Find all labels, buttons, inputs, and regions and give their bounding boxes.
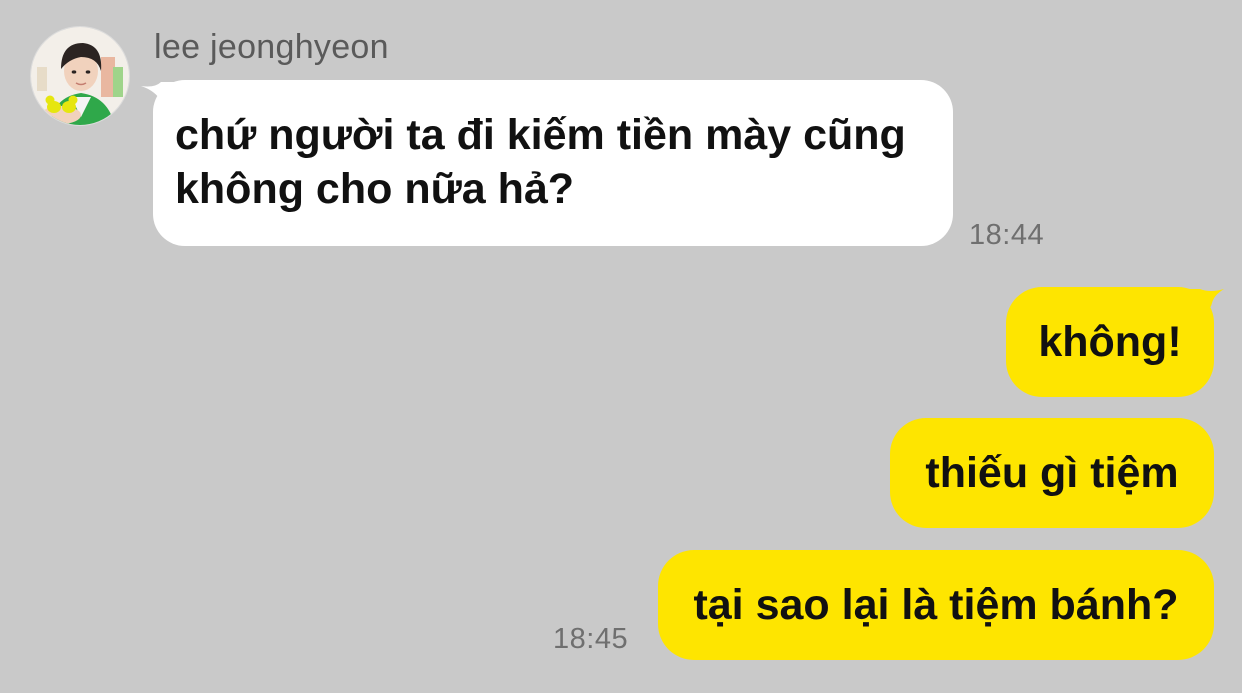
outgoing-message-bubble[interactable]: tại sao lại là tiệm bánh? [658,550,1214,660]
contact-name: lee jeonghyeon [154,28,389,66]
outgoing-message-bubble[interactable]: thiếu gì tiệm [890,418,1214,528]
outgoing-message-bubble[interactable]: không! [1006,287,1214,397]
contact-avatar[interactable] [30,26,130,126]
message-timestamp: 18:45 [553,623,629,655]
message-line: chứ người ta đi kiếm tiền mày cũng [175,111,906,159]
message-line: không cho nữa hả? [175,165,575,213]
incoming-message-bubble[interactable]: chứ người ta đi kiếm tiền mày cũng không… [153,80,953,246]
message-timestamp: 18:44 [969,219,1045,251]
avatar-photo-icon [31,27,129,125]
